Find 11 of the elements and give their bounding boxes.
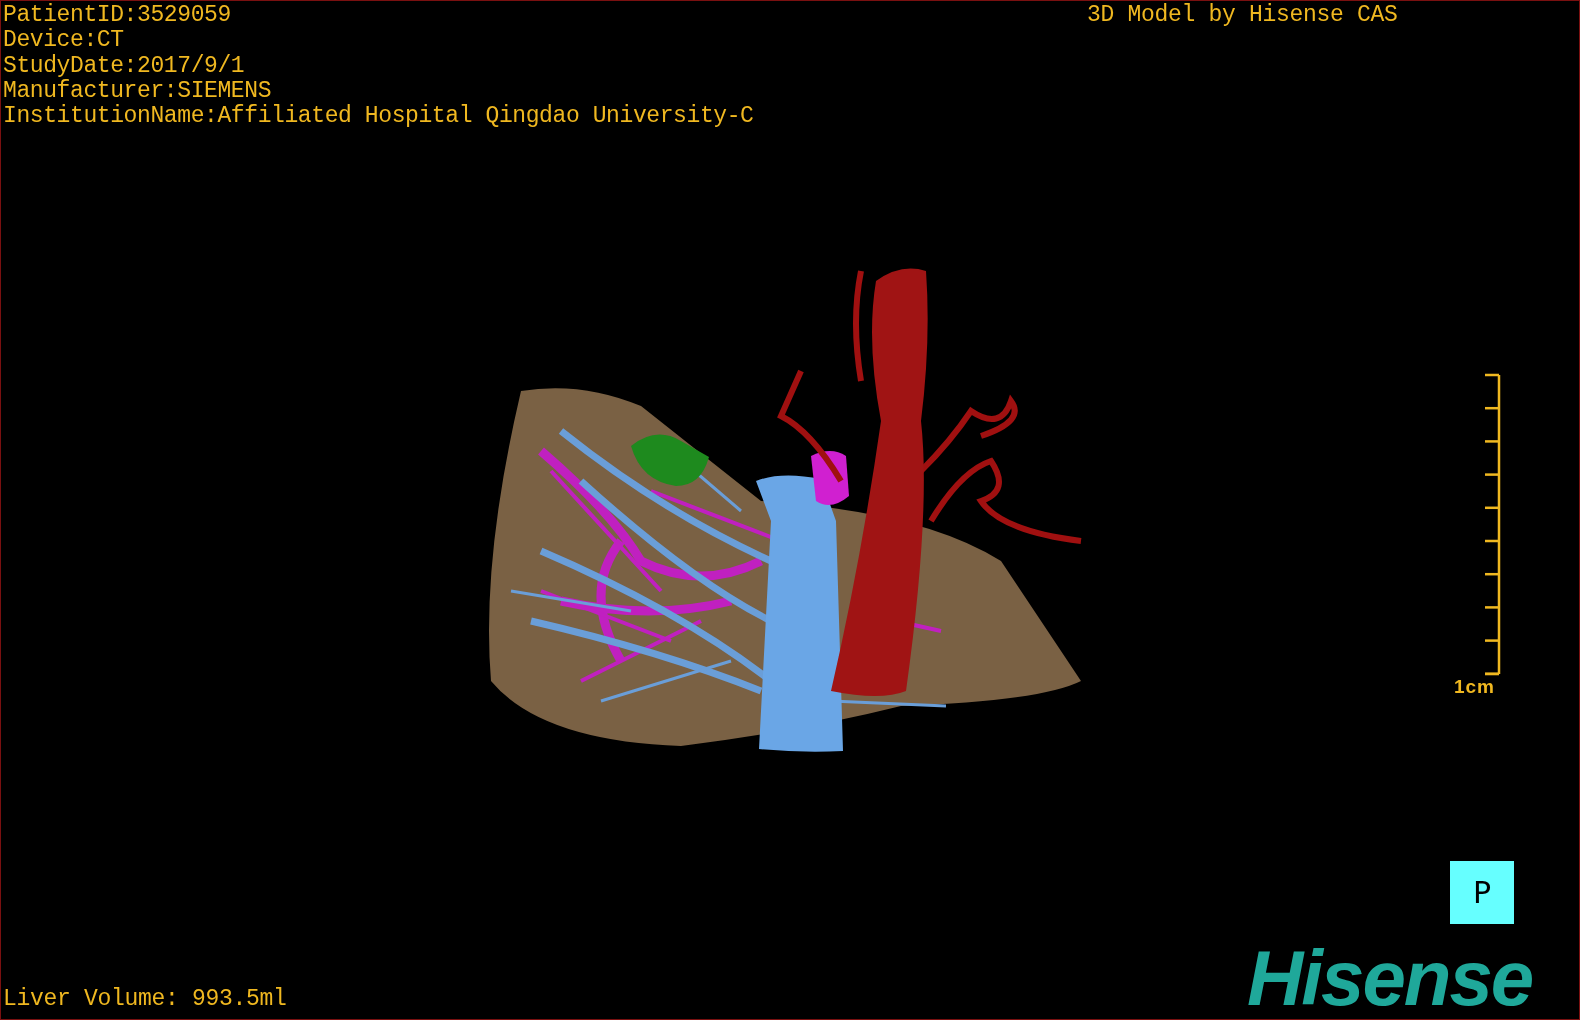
info-text: PatientID:3529059 xyxy=(3,3,231,28)
view-button[interactable]: P xyxy=(1450,861,1514,924)
info-text: StudyDate:2017/9/1 xyxy=(3,53,245,79)
brand-logo: Hisense xyxy=(1247,936,1533,1019)
volume-label: Liver Volume: 993.5ml xyxy=(3,986,287,1012)
app-title: 3D Model by Hisense CAS xyxy=(1087,3,1398,28)
scale-label: 1cm xyxy=(1453,676,1495,698)
info-text: Device:CT xyxy=(3,28,124,54)
info-text: Manufacturer:SIEMENS xyxy=(3,78,272,104)
info-text: InstitutionName:Affiliated Hospital Qingdao University-C xyxy=(3,104,754,130)
scale-bar-icon xyxy=(1485,373,1501,676)
